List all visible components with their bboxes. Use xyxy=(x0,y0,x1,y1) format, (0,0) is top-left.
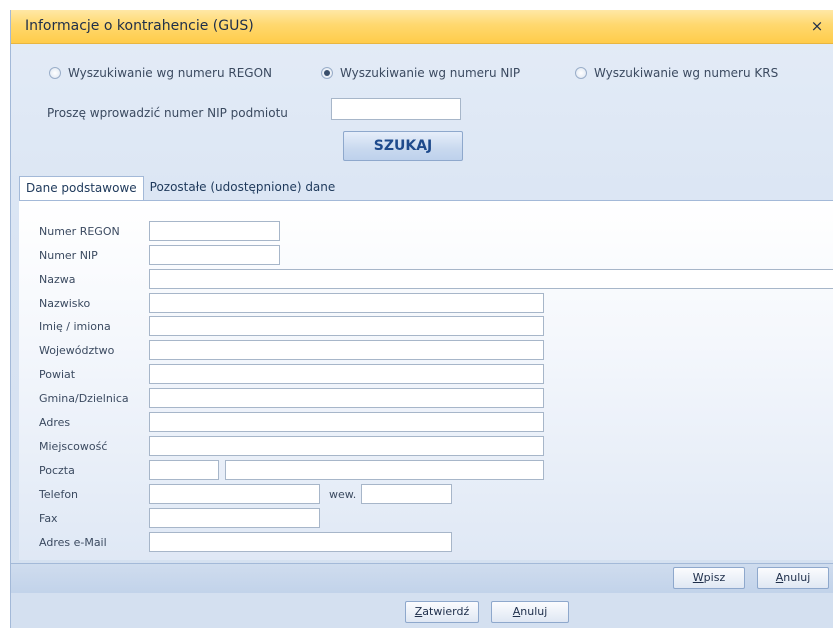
gmina-field[interactable] xyxy=(149,388,544,408)
radio-krs-label: Wyszukiwanie wg numeru KRS xyxy=(594,66,779,80)
window-title: Informacje o kontrahencie (GUS) xyxy=(25,18,254,34)
radio-krs-indicator[interactable] xyxy=(575,67,587,79)
telefon-label: Telefon xyxy=(39,488,79,501)
email-field[interactable] xyxy=(149,532,452,552)
regon-label: Numer REGON xyxy=(39,225,120,238)
miejscowosc-field[interactable] xyxy=(149,436,544,456)
anuluj-dialog-button[interactable]: Anuluj xyxy=(491,601,569,623)
tab-dane-podstawowe[interactable]: Dane podstawowe xyxy=(19,176,144,201)
nip-label: Numer NIP xyxy=(39,249,98,262)
nazwa-field[interactable] xyxy=(149,269,833,289)
nazwisko-field[interactable] xyxy=(149,293,544,313)
anuluj-panel-label: nuluj xyxy=(783,571,811,584)
panel-button-bar: Wpisz Anuluj xyxy=(11,563,833,593)
wpisz-label: pisz xyxy=(703,571,726,584)
post-office-field[interactable] xyxy=(225,460,544,480)
gus-dialog: Informacje o kontrahencie (GUS) × Wyszuk… xyxy=(10,10,833,628)
poczta-label: Poczta xyxy=(39,464,75,477)
wpisz-button[interactable]: Wpisz xyxy=(673,567,745,589)
search-button[interactable]: SZUKAJ xyxy=(343,131,463,161)
anuluj-panel-button[interactable]: Anuluj xyxy=(757,567,829,589)
miejscowosc-label: Miejscowość xyxy=(39,440,108,453)
radio-nip-indicator[interactable] xyxy=(321,67,333,79)
wojewodztwo-label: Województwo xyxy=(39,344,115,357)
nazwa-label: Nazwa xyxy=(39,273,76,286)
wew-label: wew. xyxy=(329,488,357,501)
wew-field[interactable] xyxy=(361,484,452,504)
anuluj-dialog-label: nuluj xyxy=(520,605,548,618)
close-icon[interactable]: × xyxy=(808,16,826,36)
radio-regon-label: Wyszukiwanie wg numeru REGON xyxy=(68,66,273,80)
wojewodztwo-field[interactable] xyxy=(149,340,544,360)
nip-prompt-label: Proszę wprowadzić numer NIP podmiotu xyxy=(47,106,288,120)
nip-field[interactable] xyxy=(149,245,280,265)
regon-field[interactable] xyxy=(149,221,280,241)
postal-code-field[interactable] xyxy=(149,460,219,480)
nazwisko-label: Nazwisko xyxy=(39,297,91,310)
nip-search-input[interactable] xyxy=(331,98,461,120)
imie-label: Imię / imiona xyxy=(39,320,111,333)
radio-regon[interactable]: Wyszukiwanie wg numeru REGON xyxy=(49,64,272,82)
imie-field[interactable] xyxy=(149,316,544,336)
fax-label: Fax xyxy=(39,512,58,525)
powiat-field[interactable] xyxy=(149,364,544,384)
zatwierdz-button[interactable]: Zatwierdź xyxy=(405,601,479,623)
title-bar[interactable]: Informacje o kontrahencie (GUS) × xyxy=(11,10,833,44)
adres-field[interactable] xyxy=(149,412,544,432)
radio-nip[interactable]: Wyszukiwanie wg numeru NIP xyxy=(321,64,520,82)
zatwierdz-label: atwierdź xyxy=(422,605,470,618)
tab-panel-basic-data: Numer REGON Numer NIP Nazwa Nazwisko Imi… xyxy=(19,200,833,560)
telefon-field[interactable] xyxy=(149,484,320,504)
radio-nip-label: Wyszukiwanie wg numeru NIP xyxy=(340,66,521,80)
wpisz-mnemonic: W xyxy=(692,571,704,584)
radio-krs[interactable]: Wyszukiwanie wg numeru KRS xyxy=(575,64,778,82)
tab-pozostale-dane[interactable]: Pozostałe (udostępnione) dane xyxy=(144,176,342,200)
email-label: Adres e-Mail xyxy=(39,536,107,549)
tab-strip: Dane podstawowe Pozostałe (udostępnione)… xyxy=(19,176,342,201)
radio-regon-indicator[interactable] xyxy=(49,67,61,79)
adres-label: Adres xyxy=(39,416,71,429)
fax-field[interactable] xyxy=(149,508,320,528)
gmina-label: Gmina/Dzielnica xyxy=(39,392,129,405)
powiat-label: Powiat xyxy=(39,368,76,381)
